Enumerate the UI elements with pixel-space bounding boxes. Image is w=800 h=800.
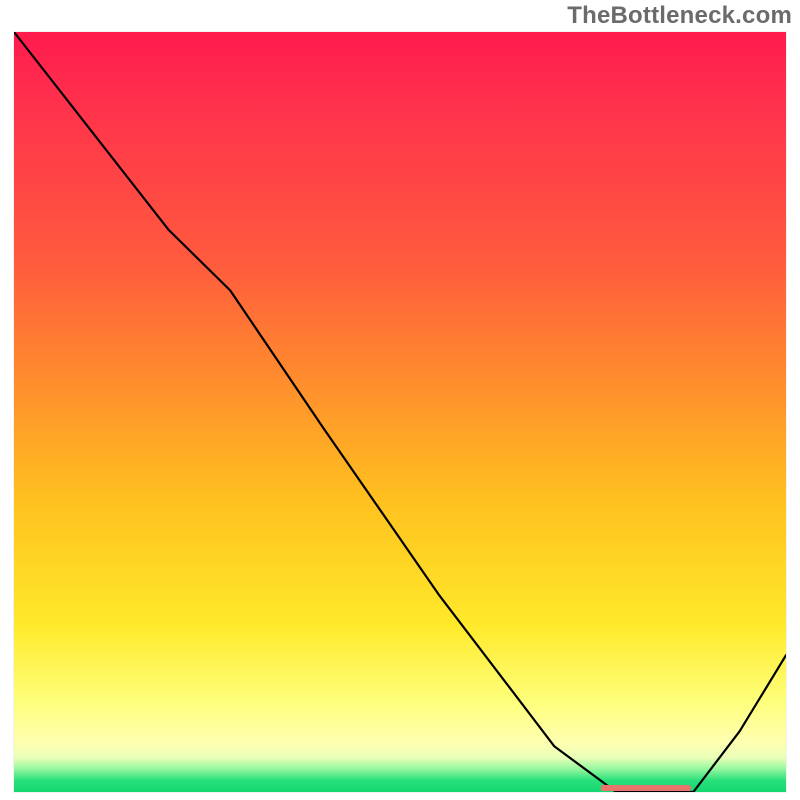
valley-marker	[601, 785, 691, 791]
watermark-text: TheBottleneck.com	[567, 2, 792, 30]
chart-stage: TheBottleneck.com	[0, 0, 800, 800]
gradient-plot-area	[14, 32, 786, 792]
